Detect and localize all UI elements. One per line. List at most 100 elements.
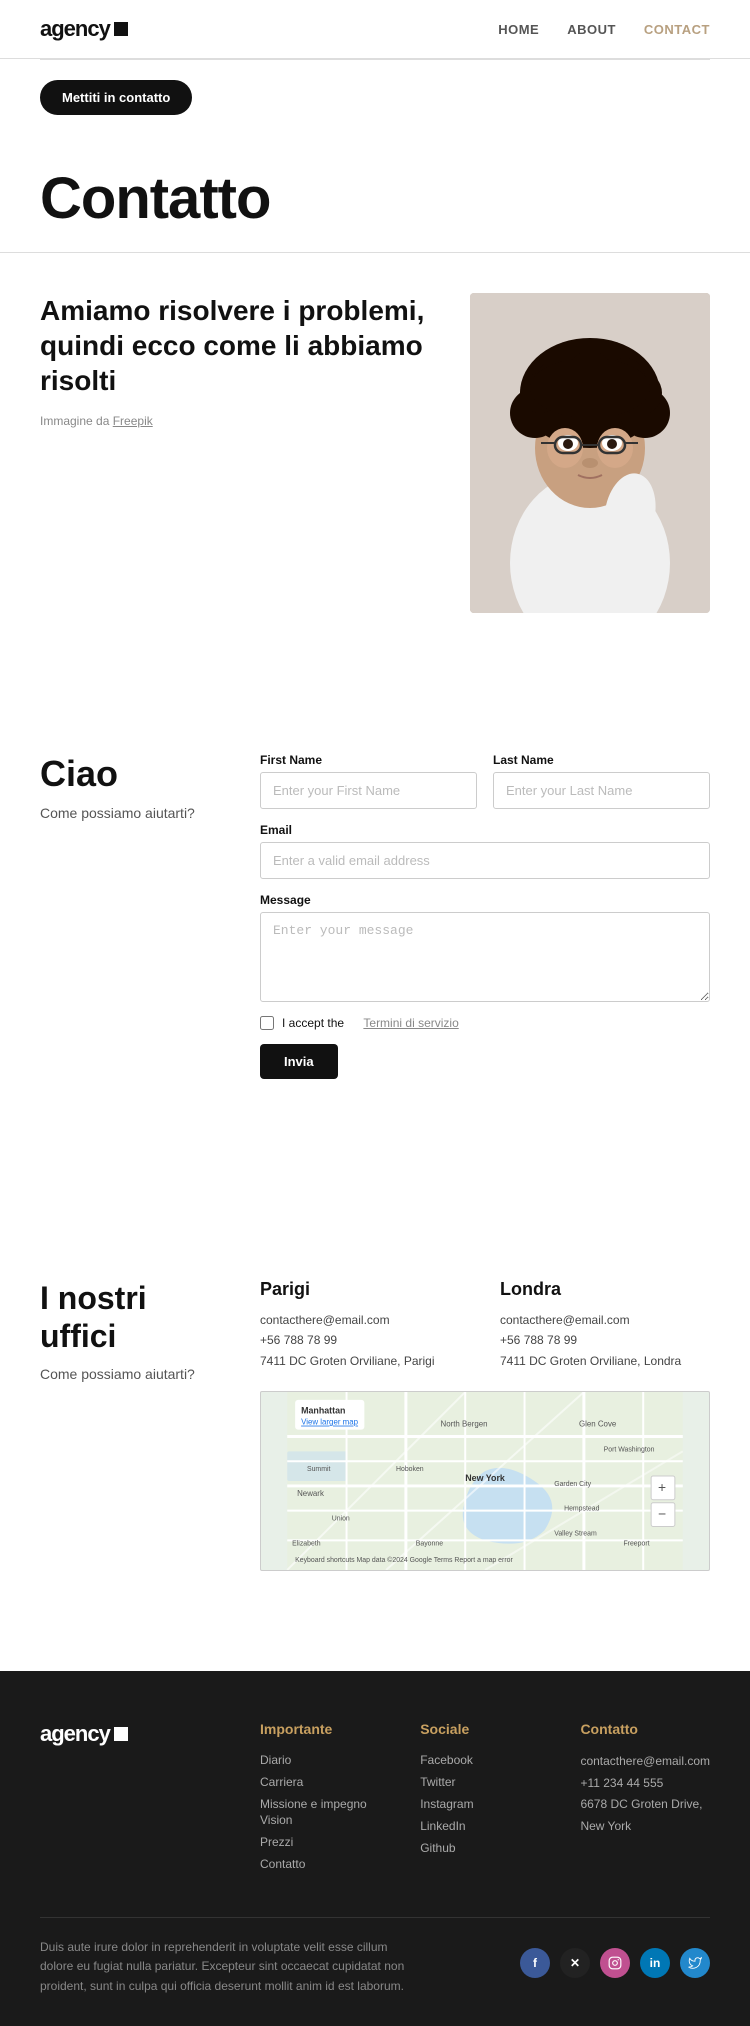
page-title-section: Contatto [0, 135, 750, 253]
social-linkedin-icon[interactable]: in [640, 1948, 670, 1978]
footer-link-instagram[interactable]: Instagram [420, 1797, 473, 1811]
footer-logo-text[interactable]: agency [40, 1721, 220, 1747]
hero-image [470, 293, 710, 613]
svg-text:Keyboard shortcuts Map data ©: Keyboard shortcuts Map data ©2024 Google… [295, 1556, 513, 1564]
london-address: 7411 DC Groten Orviliane, Londra [500, 1351, 710, 1371]
paris-city: Parigi [260, 1279, 470, 1300]
hero-caption: Immagine da Freepik [40, 414, 440, 428]
cta-section: Mettiti in contatto [0, 60, 750, 135]
svg-text:New York: New York [465, 1473, 505, 1483]
hero-person-svg [470, 293, 710, 613]
svg-text:Hoboken: Hoboken [396, 1466, 424, 1473]
social-twitter-icon[interactable]: ✕ [560, 1948, 590, 1978]
footer-contact-phone: +11 234 44 555 [580, 1773, 710, 1795]
contact-greeting: Ciao [40, 753, 220, 795]
london-email: contacthere@email.com [500, 1310, 710, 1330]
paris-details: contacthere@email.com +56 788 78 99 7411… [260, 1310, 470, 1371]
message-row: Message [260, 893, 710, 1002]
hero-image-placeholder [470, 293, 710, 613]
svg-text:Port Washington: Port Washington [604, 1447, 655, 1454]
footer-tagline: Duis aute irure dolor in reprehenderit i… [40, 1938, 420, 1996]
email-row: Email [260, 823, 710, 879]
first-name-label: First Name [260, 753, 477, 767]
social-other-icon[interactable] [680, 1948, 710, 1978]
london-details: contacthere@email.com +56 788 78 99 7411… [500, 1310, 710, 1371]
offices-heading: I nostri uffici [40, 1279, 220, 1356]
svg-text:Summit: Summit [307, 1466, 330, 1473]
footer-sociale-title: Sociale [420, 1721, 540, 1737]
contact-section: Ciao Come possiamo aiutarti? First Name … [0, 693, 750, 1139]
contact-form: First Name Last Name Email Message I acc… [260, 753, 710, 1079]
paris-email: contacthere@email.com [260, 1310, 470, 1330]
footer-link-diario[interactable]: Diario [260, 1753, 291, 1767]
offices-grid: Parigi contacthere@email.com +56 788 78 … [260, 1279, 710, 1371]
svg-text:Freeport: Freeport [623, 1540, 649, 1547]
office-london: Londra contacthere@email.com +56 788 78 … [500, 1279, 710, 1371]
last-name-input[interactable] [493, 772, 710, 809]
svg-text:North Bergen: North Bergen [441, 1420, 488, 1429]
svg-text:Garden City: Garden City [554, 1481, 591, 1488]
nav-home[interactable]: HOME [498, 22, 539, 37]
footer-link-linkedin[interactable]: LinkedIn [420, 1819, 465, 1833]
svg-text:Newark: Newark [297, 1489, 324, 1498]
terms-row: I accept the Termini di servizio [260, 1016, 710, 1030]
london-city: Londra [500, 1279, 710, 1300]
first-name-group: First Name [260, 753, 477, 809]
social-instagram-icon[interactable] [600, 1948, 630, 1978]
nav-about[interactable]: ABOUT [567, 22, 616, 37]
nav: HOME ABOUT CONTACT [498, 22, 710, 37]
footer-col-contatto: Contatto contacthere@email.com +11 234 4… [580, 1721, 710, 1877]
footer-contatto-title: Contatto [580, 1721, 710, 1737]
footer-logo: agency [40, 1721, 220, 1877]
freepik-link[interactable]: Freepik [113, 414, 153, 428]
email-input[interactable] [260, 842, 710, 879]
footer-contact-address: 6678 DC Groten Drive, New York [580, 1794, 710, 1837]
name-row: First Name Last Name [260, 753, 710, 809]
footer-col-sociale: Sociale Facebook Twitter Instagram Linke… [420, 1721, 540, 1877]
map-container[interactable]: Bloomfield North Bergen Glen Cove Port W… [260, 1391, 710, 1571]
svg-text:Union: Union [332, 1516, 350, 1523]
social-icons: f ✕ in [520, 1948, 710, 1978]
footer-top: agency Importante Diario Carriera Missio… [40, 1721, 710, 1877]
last-name-label: Last Name [493, 753, 710, 767]
logo-box-icon [114, 22, 128, 36]
svg-text:−: − [658, 1506, 666, 1522]
footer-importante-list: Diario Carriera Missione e impegno Visio… [260, 1751, 380, 1871]
terms-checkbox[interactable] [260, 1016, 274, 1030]
footer-link-missione[interactable]: Missione e impegno Vision [260, 1797, 367, 1827]
offices-intro: I nostri uffici Come possiamo aiutarti? [40, 1279, 220, 1382]
nav-contact[interactable]: CONTACT [644, 22, 710, 37]
message-label: Message [260, 893, 710, 907]
footer-tagline-area: Duis aute irure dolor in reprehenderit i… [40, 1938, 520, 1996]
logo[interactable]: agency [40, 16, 128, 42]
cta-button[interactable]: Mettiti in contatto [40, 80, 192, 115]
footer-logo-box-icon [114, 1727, 128, 1741]
logo-text: agency [40, 16, 110, 42]
submit-button[interactable]: Invia [260, 1044, 338, 1079]
svg-text:Glen Cove: Glen Cove [579, 1420, 617, 1429]
message-textarea[interactable] [260, 912, 710, 1002]
terms-link[interactable]: Termini di servizio [363, 1016, 458, 1030]
footer-contact-email: contacthere@email.com [580, 1751, 710, 1773]
map-svg: Bloomfield North Bergen Glen Cove Port W… [261, 1392, 709, 1570]
footer-bottom: Duis aute irure dolor in reprehenderit i… [40, 1917, 710, 1996]
message-group: Message [260, 893, 710, 1002]
hero-heading: Amiamo risolvere i problemi, quindi ecco… [40, 293, 440, 398]
svg-text:+: + [658, 1479, 666, 1495]
first-name-input[interactable] [260, 772, 477, 809]
office-paris: Parigi contacthere@email.com +56 788 78 … [260, 1279, 470, 1371]
svg-text:Bayonne: Bayonne [416, 1540, 443, 1547]
contact-intro: Ciao Come possiamo aiutarti? [40, 753, 220, 821]
footer-link-prezzi[interactable]: Prezzi [260, 1835, 293, 1849]
social-facebook-icon[interactable]: f [520, 1948, 550, 1978]
footer-link-facebook[interactable]: Facebook [420, 1753, 473, 1767]
footer-link-twitter[interactable]: Twitter [420, 1775, 455, 1789]
footer-link-carriera[interactable]: Carriera [260, 1775, 303, 1789]
offices-content: Parigi contacthere@email.com +56 788 78 … [260, 1279, 710, 1571]
footer-link-contatto[interactable]: Contatto [260, 1857, 305, 1871]
paris-address: 7411 DC Groten Orviliane, Parigi [260, 1351, 470, 1371]
paris-phone: +56 788 78 99 [260, 1330, 470, 1350]
footer-link-github[interactable]: Github [420, 1841, 455, 1855]
footer: agency Importante Diario Carriera Missio… [0, 1671, 750, 2026]
page-title: Contatto [40, 165, 710, 232]
